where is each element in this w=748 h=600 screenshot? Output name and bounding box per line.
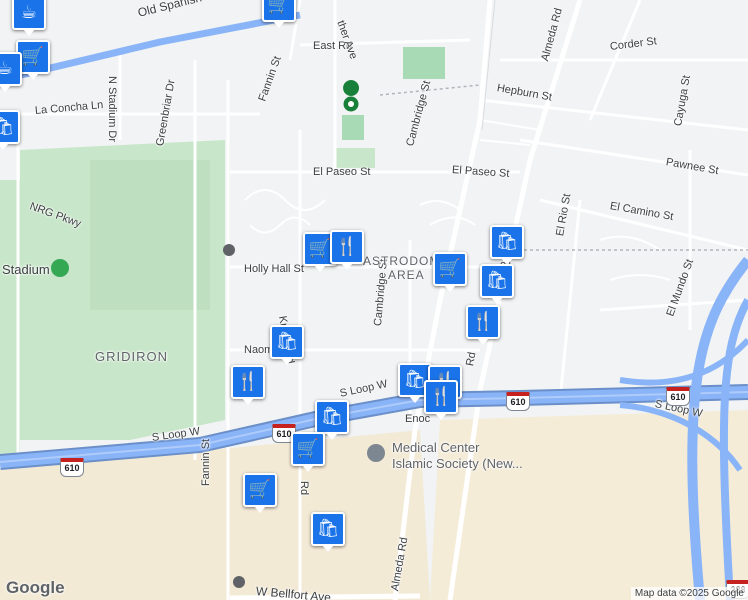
map-attribution: Map data ©2025 Google (630, 587, 748, 600)
shopping-bag-icon: 🛍 (320, 406, 344, 427)
google-logo: Google (6, 578, 65, 597)
shopping-cart-icon: 🛒 (296, 438, 320, 459)
street-label-naom: Naom (244, 344, 274, 356)
shopping-bag-icon: 🛍 (0, 116, 15, 137)
poi-label-line1[interactable]: Medical Center (392, 440, 479, 455)
street-label-holly-hall-st: Holly Hall St (244, 263, 304, 275)
street-label-fannin-st-south: Fannin St (200, 438, 212, 486)
marker-restaurant-almeda[interactable]: 🍴 (466, 305, 500, 345)
restaurant-icon: 🍴 (236, 371, 260, 392)
marker-bag-naom[interactable]: 🛍 (270, 325, 304, 365)
stadium-label: Stadium (2, 262, 50, 277)
marker-bag-south[interactable]: 🛍 (315, 400, 349, 440)
poi-label-line2[interactable]: Islamic Society (New... (392, 456, 523, 471)
marker-bag-east-1[interactable]: 🛍 (490, 225, 524, 265)
shield-610-d: 610 (666, 387, 690, 406)
marker-cart-south-1[interactable]: 🛒 (291, 432, 325, 472)
shopping-bag-icon: 🛍 (403, 369, 427, 390)
marker-cart-top[interactable]: 🛒 (262, 0, 296, 28)
restaurant-icon: 🍴 (471, 311, 495, 332)
coffee-icon: ☕ (20, 2, 38, 23)
marker-restaurant-enoc[interactable]: 🍴 (424, 380, 458, 420)
restaurant-icon: 🍴 (429, 386, 453, 407)
marker-cart-astrodome[interactable]: 🛒 (433, 252, 467, 292)
shopping-bag-icon: 🛍 (275, 331, 299, 352)
street-label-enoc: Enoc (405, 413, 431, 425)
shopping-cart-icon: 🛒 (308, 238, 332, 259)
coffee-icon: ☕ (0, 58, 14, 79)
marker-restaurant-loop[interactable]: 🍴 (231, 365, 265, 405)
street-label-n-stadium-dr: N Stadium Dr (106, 76, 118, 143)
shopping-cart-icon: 🛒 (438, 258, 462, 279)
shield-610-c: 610 (506, 392, 530, 411)
district-label-gridiron: GRIDIRON (95, 349, 168, 364)
marker-coffee-2[interactable]: ☕ (0, 52, 22, 92)
area-label-line2: AREA (388, 268, 425, 282)
shopping-bag-icon: 🛍 (316, 518, 340, 539)
map-canvas[interactable]: Old Spanish Trl East Rd Corder St Hepbur… (0, 0, 748, 600)
street-label-rd-south: Rd (298, 481, 310, 496)
marker-cart-south-2[interactable]: 🛒 (243, 473, 277, 513)
shopping-cart-icon: 🛒 (267, 0, 291, 15)
street-label-almeda-rd-fragment: Rd (464, 351, 479, 368)
marker-restaurant-holly[interactable]: 🍴 (330, 230, 364, 270)
shopping-cart-icon: 🛒 (248, 479, 272, 500)
restaurant-icon: 🍴 (335, 236, 359, 257)
street-label-el-paseo-st-west: El Paseo St (313, 166, 371, 178)
shield-610-b: 610 (60, 458, 84, 477)
marker-bag-east-2[interactable]: 🛍 (480, 264, 514, 304)
shopping-cart-icon: 🛒 (21, 46, 45, 67)
marker-bag-left[interactable]: 🛍 (0, 110, 20, 150)
marker-coffee[interactable]: ☕ (12, 0, 46, 36)
shopping-bag-icon: 🛍 (495, 231, 519, 252)
marker-bag-bellfort[interactable]: 🛍 (311, 512, 345, 552)
shopping-bag-icon: 🛍 (485, 270, 509, 291)
